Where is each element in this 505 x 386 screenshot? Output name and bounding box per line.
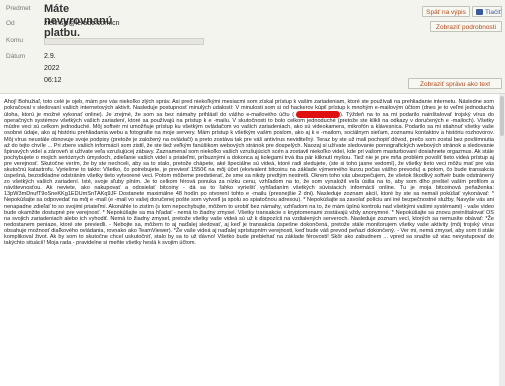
date-label: Dátum [6, 53, 26, 60]
redacted-email [296, 111, 341, 119]
print-button[interactable]: Tlačiť [472, 6, 502, 17]
message-paragraph-2: ). Týždeň na to sa mi podarilo nainštalo… [4, 112, 496, 247]
message-body: Ahoj! Bohužiaľ, toto celé je ojeb, mám p… [0, 93, 505, 386]
show-details-button[interactable]: Zobraziť podrobnosti [430, 21, 502, 32]
printer-icon [476, 9, 483, 16]
message-header: Predmet Máte nevyrovnanú platbu. Späť na… [0, 0, 505, 89]
from-label: Od [6, 20, 15, 27]
to-recipient-redacted [44, 38, 204, 45]
subject-label: Predmet [6, 5, 31, 12]
to-label: Komu [6, 37, 23, 44]
scrollbar-thumb[interactable] [500, 96, 504, 136]
from-address[interactable]: zielinski@lerado.com.cn [44, 18, 120, 30]
date-value: 2.9. 2022 06:12 [44, 53, 62, 84]
back-to-list-button[interactable]: Späť na výpis [422, 6, 470, 17]
scrollbar[interactable] [499, 94, 505, 386]
print-label: Tlačiť [485, 9, 502, 16]
show-as-text-button[interactable]: Zobraziť správu ako text [408, 78, 502, 89]
message-text: Ahoj! Bohužiaľ, toto celé je ojeb, mám p… [4, 99, 494, 246]
